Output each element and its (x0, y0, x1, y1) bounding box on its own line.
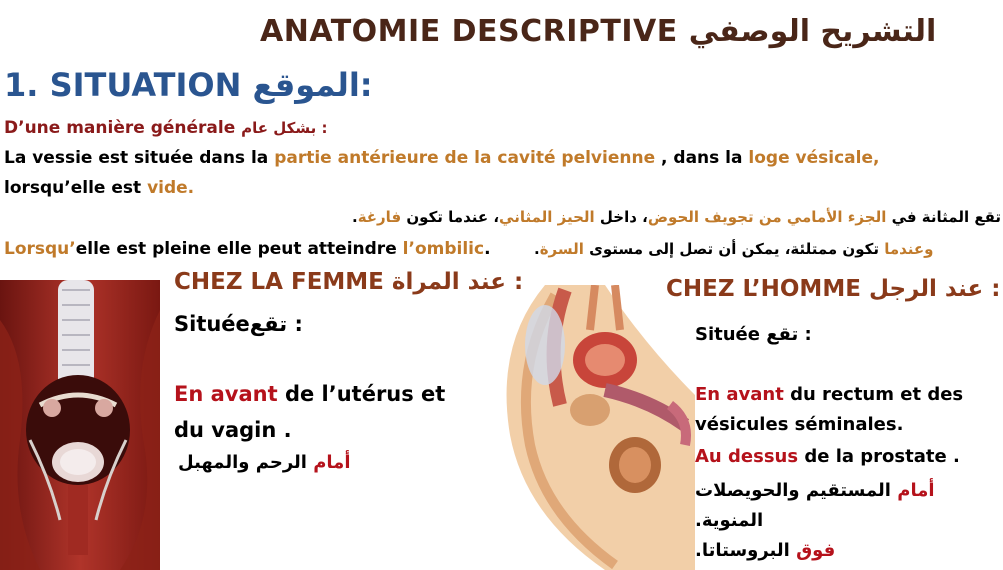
arabic-line-1: تقع المثانة في الجزء الأمامي من تجويف ال… (352, 208, 1001, 226)
text: . (484, 239, 491, 259)
highlight-text: En avant (695, 384, 784, 405)
paragraph-line-3: Lorsqu’elle est pleine elle peut atteind… (4, 239, 491, 259)
female-pelvis-anatomy-image (0, 280, 160, 570)
section-heading-ar: الموقع: (252, 66, 373, 104)
text: الرحم والمهبل (178, 452, 314, 473)
homme-situee: Située تقع : (695, 324, 812, 345)
homme-heading-ar: عند الرجل : (868, 276, 1001, 302)
highlight-text: l’ombilic (402, 239, 485, 259)
text: البروستاتا. (695, 540, 797, 561)
highlight-text: الجزء الأمامي من تجويف الحوض (647, 208, 887, 226)
general-fr: D’une manière générale (4, 118, 236, 138)
highlight-text: Au dessus (695, 446, 799, 467)
text: La vessie est située dans la (4, 148, 275, 168)
text: , dans la (655, 148, 749, 168)
section-heading: 1. SITUATION الموقع: (4, 66, 373, 104)
homme-heading-fr: CHEZ L’HOMME (666, 276, 861, 302)
text: ، داخل (594, 208, 648, 226)
highlight-text: En avant (174, 382, 278, 406)
highlight-text: وعندما (884, 240, 934, 258)
highlight-text: أمام (313, 452, 351, 473)
femme-heading: CHEZ LA FEMME عند المراة : (174, 269, 523, 295)
general-ar: بشكل عام : (241, 119, 328, 137)
femme-heading-fr: CHEZ LA FEMME (174, 269, 384, 295)
highlight-text: vide. (147, 178, 195, 198)
highlight-text: الحيز المثاني (499, 208, 595, 226)
femme-line-1: En avant de l’utérus et (174, 382, 445, 406)
femme-arabic: أمام الرحم والمهبل (178, 452, 351, 473)
arabic-line-2: وعندما تكون ممتلئة، يمكن أن تصل إلى مستو… (534, 240, 934, 258)
highlight-text: Lorsqu’ (4, 239, 76, 259)
text: تقع : (249, 312, 303, 336)
male-pelvis-anatomy-image (506, 285, 695, 570)
text: de l’utérus et (277, 382, 446, 406)
homme-arabic-3: فوق البروستاتا. (695, 540, 835, 561)
section-heading-fr: 1. SITUATION (4, 66, 242, 104)
highlight-text: أمام (897, 480, 935, 501)
text: تقع المثانة في (886, 208, 1001, 226)
femme-line-2: du vagin . (174, 418, 292, 442)
highlight-text: فوق (796, 540, 836, 561)
text: elle est pleine elle peut atteindre (75, 239, 403, 259)
homme-arabic-1: أمام المستقيم والحويصلات (695, 480, 935, 501)
text: تكون ممتلئة، يمكن أن تصل إلى مستوى (583, 240, 885, 258)
text: ، عندما تكون (401, 208, 500, 226)
text: Située (174, 312, 250, 336)
paragraph-line-1: La vessie est située dans la partie anté… (4, 148, 879, 168)
text: lorsqu’elle est (4, 178, 148, 198)
paragraph-line-2: lorsqu’elle est vide. (4, 178, 194, 198)
homme-heading: CHEZ L’HOMME عند الرجل : (666, 276, 1000, 302)
text: de la prostate . (798, 446, 960, 467)
homme-arabic-2: المنوية. (695, 510, 764, 531)
text: du rectum et des (783, 384, 964, 405)
general-label: D’une manière générale بشكل عام : (4, 118, 328, 138)
highlight-text: loge vésicale, (748, 148, 880, 168)
homme-line-1: En avant du rectum et des (695, 384, 963, 405)
highlight-text: partie antérieure de la cavité pelvienne (274, 148, 656, 168)
homme-line-2: vésicules séminales. (695, 414, 904, 435)
highlight-text: فارغة (357, 208, 402, 226)
homme-line-3: Au dessus de la prostate . (695, 446, 960, 467)
femme-situee: Situéeتقع : (174, 312, 303, 336)
page-title: ANATOMIE DESCRIPTIVE التشريح الوصفي (260, 14, 936, 49)
highlight-text: السرة (539, 240, 584, 258)
title-fr: ANATOMIE DESCRIPTIVE (260, 14, 678, 49)
text: المستقيم والحويصلات (695, 480, 898, 501)
title-ar: التشريح الوصفي (688, 14, 937, 49)
